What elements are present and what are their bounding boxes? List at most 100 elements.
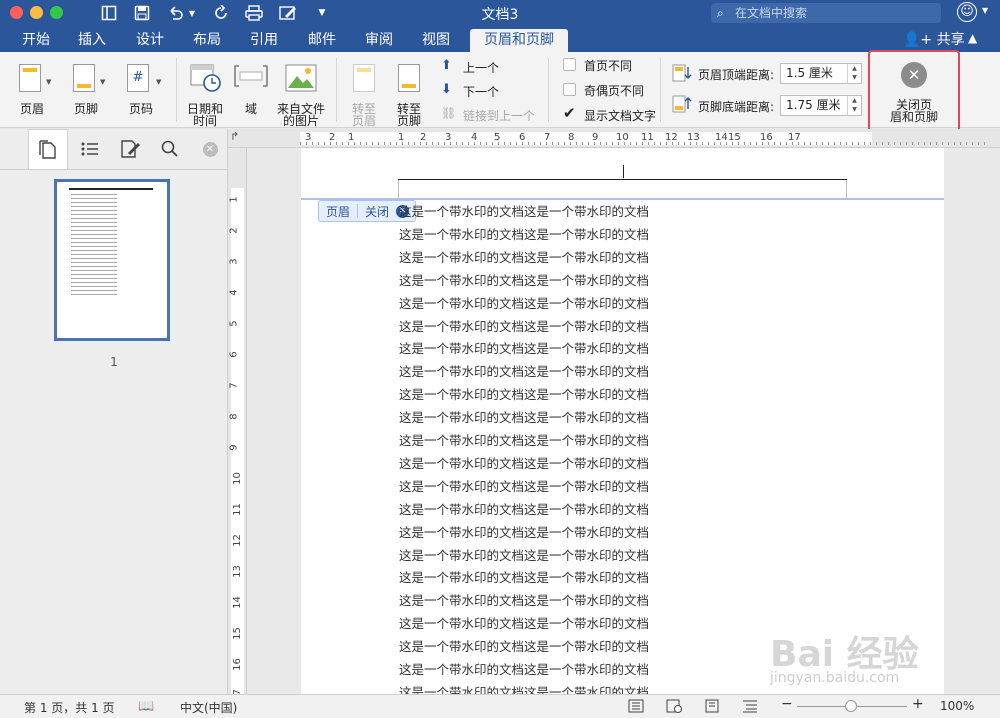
tab-view[interactable]: 视图 [410, 29, 462, 52]
document-text-line[interactable]: 这是一个带水印的文档这是一个带水印的文档 [399, 293, 649, 312]
next-button[interactable]: ⬇ 下一个 [441, 80, 521, 100]
feedback-smiley-icon[interactable]: ☺ [957, 2, 977, 22]
proofing-icon[interactable]: 📖 [138, 699, 154, 714]
document-canvas[interactable]: 页眉 关闭 ✕ 这是一个带水印的文档这是一个带水印的文档 这是一个带水印的文档这是… [247, 148, 1000, 694]
document-text-line[interactable]: 这是一个带水印的文档这是一个带水印的文档 [399, 613, 649, 632]
focus-mode-icon[interactable] [704, 699, 720, 716]
undo-icon[interactable] [165, 3, 187, 23]
outline-view-icon[interactable] [742, 699, 758, 716]
document-text-line[interactable]: 这是一个带水印的文档这是一个带水印的文档 [399, 201, 649, 220]
print-icon[interactable] [243, 3, 265, 23]
edit-document-icon[interactable] [277, 3, 299, 23]
document-text-line[interactable]: 这是一个带水印的文档这是一个带水印的文档 [399, 338, 649, 357]
spin-arrows-icon[interactable]: ▲ ▼ [847, 96, 861, 115]
ruler-tick [570, 142, 571, 145]
window-maximize-button[interactable] [50, 6, 63, 19]
baidu-watermark-url: jingyan.baidu.com [770, 670, 900, 686]
tab-references[interactable]: 引用 [238, 29, 290, 52]
document-text-line[interactable]: 这是一个带水印的文档这是一个带水印的文档 [399, 545, 649, 564]
date-time-button[interactable]: 日期和 时间 [184, 58, 226, 128]
comments-tab-icon[interactable] [110, 129, 150, 169]
thumbnails-tab-icon[interactable] [28, 129, 68, 169]
language-indicator[interactable]: 中文(中国) [180, 699, 237, 716]
document-text-line[interactable]: 这是一个带水印的文档这是一个带水印的文档 [399, 567, 649, 586]
tab-home[interactable]: 开始 [10, 29, 62, 52]
tab-insert[interactable]: 插入 [66, 29, 118, 52]
ribbon: ▼ 页眉 ▼ 页脚 # ▼ 页码 日期和 时间 域 来自文件 的图片 转至 页眉… [0, 52, 1000, 128]
tab-stop-selector-icon[interactable]: ↱ [230, 130, 239, 143]
tab-header-footer[interactable]: 页眉和页脚 [470, 29, 568, 52]
ruler-tick [504, 142, 505, 145]
document-text-line[interactable]: 这是一个带水印的文档这是一个带水印的文档 [399, 522, 649, 541]
horizontal-ruler[interactable]: ↱ 3 2 1 1 2 3 4 5 6 7 8 9 10 11 12 13 14 15 16 17 [228, 129, 1000, 148]
document-page[interactable]: 页眉 关闭 ✕ 这是一个带水印的文档这是一个带水印的文档 这是一个带水印的文档这是… [301, 148, 944, 694]
document-text-line[interactable]: 这是一个带水印的文档这是一个带水印的文档 [399, 499, 649, 518]
document-text-line[interactable]: 这是一个带水印的文档这是一个带水印的文档 [399, 361, 649, 380]
header-button[interactable]: ▼ 页眉 [10, 58, 54, 120]
ruler-tick [492, 142, 493, 145]
show-document-text-checkbox[interactable]: ✔ [563, 106, 576, 121]
print-layout-view-icon[interactable] [628, 699, 644, 716]
window-minimize-button[interactable] [30, 6, 43, 19]
document-text-line[interactable]: 这是一个带水印的文档这是一个带水印的文档 [399, 682, 649, 694]
different-first-page-checkbox[interactable] [563, 58, 576, 71]
document-text-line[interactable]: 这是一个带水印的文档这是一个带水印的文档 [399, 453, 649, 472]
previous-button[interactable]: ⬆ 上一个 [441, 56, 521, 76]
document-text-line[interactable]: 这是一个带水印的文档这是一个带水印的文档 [399, 316, 649, 335]
close-pane-icon[interactable]: ✕ [190, 129, 230, 169]
header-top-distance-input[interactable]: 1.5 厘米 ▲ ▼ [780, 63, 862, 84]
header-close-link[interactable]: 关闭 [358, 203, 396, 220]
document-text-line[interactable]: 这是一个带水印的文档这是一个带水印的文档 [399, 247, 649, 266]
zoom-in-icon[interactable]: + [912, 696, 924, 712]
picture-from-file-button[interactable]: 来自文件 的图片 [274, 58, 328, 128]
undo-dropdown-icon[interactable]: ▼ [186, 3, 198, 23]
collapse-ribbon-icon[interactable]: ▲ [968, 31, 977, 45]
sidebar-toggle-icon[interactable] [98, 3, 120, 23]
spin-arrows-icon[interactable]: ▲ ▼ [847, 64, 861, 83]
page-thumbnail[interactable] [54, 179, 170, 341]
footer-button[interactable]: ▼ 页脚 [64, 58, 108, 120]
page-info[interactable]: 第 1 页，共 1 页 [24, 699, 115, 716]
different-odd-even-checkbox[interactable] [563, 83, 576, 96]
redo-icon[interactable] [210, 3, 232, 23]
header-region[interactable] [398, 179, 847, 199]
ruler-tick [432, 142, 433, 145]
link-to-previous-button[interactable]: ⛓ 链接到上一个 [441, 104, 541, 124]
field-button[interactable]: 域 [232, 58, 270, 120]
save-icon[interactable] [131, 3, 153, 23]
feedback-dropdown-icon[interactable]: ▼ [982, 6, 988, 15]
search-pane-icon[interactable] [150, 129, 190, 169]
document-text-line[interactable]: 这是一个带水印的文档这是一个带水印的文档 [399, 636, 649, 655]
tab-mailings[interactable]: 邮件 [296, 29, 348, 52]
outline-tab-icon[interactable] [70, 129, 110, 169]
vertical-ruler-tick-label: 9 [228, 444, 240, 451]
document-text-line[interactable]: 这是一个带水印的文档这是一个带水印的文档 [399, 407, 649, 426]
customize-toolbar-icon[interactable]: ▼ [311, 3, 333, 23]
document-text-line[interactable]: 这是一个带水印的文档这是一个带水印的文档 [399, 659, 649, 678]
tab-layout[interactable]: 布局 [181, 29, 233, 52]
window-close-button[interactable] [10, 6, 23, 19]
ruler-tick [750, 142, 751, 145]
share-button[interactable]: 👤+ 共享 [903, 29, 965, 52]
zoom-out-icon[interactable]: − [781, 696, 793, 712]
document-text-line[interactable]: 这是一个带水印的文档这是一个带水印的文档 [399, 590, 649, 609]
tab-design[interactable]: 设计 [124, 29, 176, 52]
document-text-line[interactable]: 这是一个带水印的文档这是一个带水印的文档 [399, 270, 649, 289]
web-layout-view-icon[interactable] [666, 699, 682, 716]
ruler-tick [642, 142, 643, 145]
vertical-ruler[interactable]: 1234567891011121314151617 [228, 148, 247, 702]
zoom-level[interactable]: 100% [940, 699, 974, 713]
footer-bottom-distance-input[interactable]: 1.75 厘米 ▲ ▼ [780, 95, 862, 116]
goto-footer-button[interactable]: 转至 页脚 [389, 58, 429, 128]
zoom-slider-handle[interactable] [845, 700, 857, 712]
document-text-line[interactable]: 这是一个带水印的文档这是一个带水印的文档 [399, 224, 649, 243]
ruler-tick [768, 142, 769, 145]
document-text-line[interactable]: 这是一个带水印的文档这是一个带水印的文档 [399, 476, 649, 495]
document-text-line[interactable]: 这是一个带水印的文档这是一个带水印的文档 [399, 430, 649, 449]
ruler-tick [966, 142, 967, 145]
document-text-line[interactable]: 这是一个带水印的文档这是一个带水印的文档 [399, 384, 649, 403]
tab-review[interactable]: 审阅 [353, 29, 405, 52]
search-input[interactable]: ⌕ 在文档中搜索 [711, 3, 941, 23]
page-number-button[interactable]: # ▼ 页码 [118, 58, 164, 120]
goto-header-button[interactable]: 转至 页眉 [344, 58, 384, 128]
